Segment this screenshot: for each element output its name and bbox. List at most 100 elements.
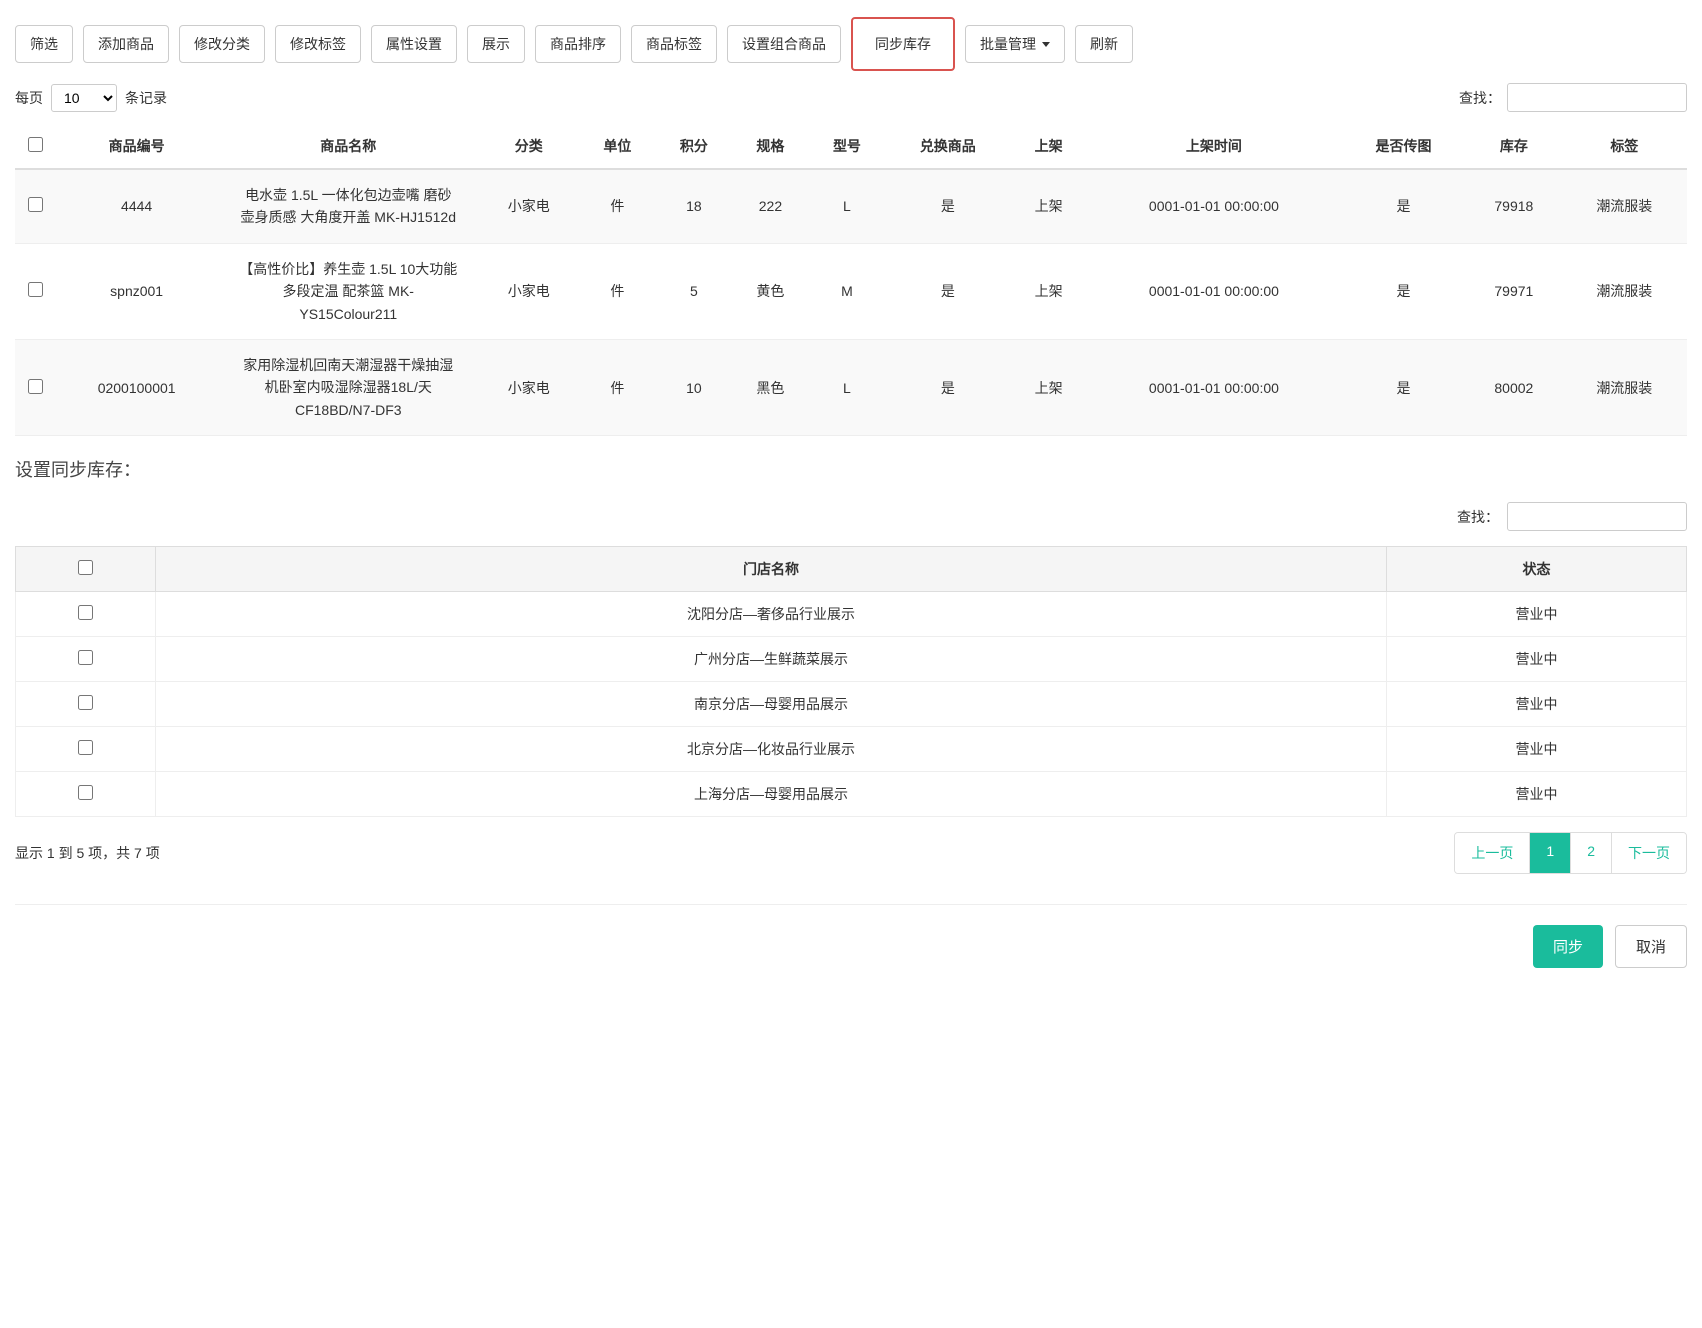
product-table: 商品编号 商品名称 分类 单位 积分 规格 型号 兑换商品 上架 上架时间 是否… [15,124,1687,436]
cell-points: 5 [656,243,733,339]
cell-stock: 79918 [1466,169,1562,243]
cell-exchange: 是 [885,243,1010,339]
store-status-cell: 营业中 [1387,727,1687,772]
cell-tags: 潮流服装 [1562,339,1687,435]
cell-code: spnz001 [55,243,218,339]
cell-on-shelf: 上架 [1010,169,1087,243]
next-page-button[interactable]: 下一页 [1612,833,1686,873]
page-size-suffix: 条记录 [125,88,167,108]
store-name-cell: 南京分店—母婴用品展示 [156,682,1387,727]
row-checkbox[interactable] [28,379,43,394]
col-stock[interactable]: 库存 [1466,124,1562,169]
store-row-checkbox[interactable] [78,785,93,800]
attr-settings-button[interactable]: 属性设置 [371,25,457,63]
cancel-button[interactable]: 取消 [1615,925,1687,968]
cell-tags: 潮流服装 [1562,243,1687,339]
cell-exchange: 是 [885,169,1010,243]
page-size-select[interactable]: 10 [51,84,117,112]
store-table-header-row: 门店名称 状态 [16,547,1687,592]
store-row-checkbox[interactable] [78,605,93,620]
store-status-cell: 营业中 [1387,772,1687,817]
search-control: 查找： [1459,83,1687,112]
prev-page-button[interactable]: 上一页 [1455,833,1530,873]
cell-spec: 黑色 [732,339,809,435]
cell-on-shelf: 上架 [1010,339,1087,435]
col-on-shelf[interactable]: 上架 [1010,124,1087,169]
page-2-button[interactable]: 2 [1571,833,1612,873]
store-table: 门店名称 状态 沈阳分店—奢侈品行业展示 营业中 广州分店—生鲜蔬菜展示 营业中… [15,546,1687,817]
col-unit[interactable]: 单位 [579,124,656,169]
cell-model: M [809,243,886,339]
cell-stock: 79971 [1466,243,1562,339]
page-size-control: 每页 10 条记录 [15,84,167,112]
store-search-row: 查找： [15,502,1687,531]
pagination-info: 显示 1 到 5 项，共 7 项 [15,843,160,863]
cell-shelf-time: 0001-01-01 00:00:00 [1087,339,1341,435]
cell-code: 0200100001 [55,339,218,435]
select-all-checkbox[interactable] [28,137,43,152]
cell-has-image: 是 [1341,169,1466,243]
store-search-input[interactable] [1507,502,1687,531]
col-code[interactable]: 商品编号 [55,124,218,169]
table-row: spnz001 【高性价比】养生壶 1.5L 10大功能 多段定温 配茶篮 MK… [15,243,1687,339]
row-checkbox[interactable] [28,197,43,212]
col-category[interactable]: 分类 [478,124,579,169]
cell-stock: 80002 [1466,339,1562,435]
table-row: 4444 电水壶 1.5L 一体化包边壶嘴 磨砂壶身质感 大角度开盖 MK-HJ… [15,169,1687,243]
toolbar: 筛选 添加商品 修改分类 修改标签 属性设置 展示 商品排序 商品标签 设置组合… [15,10,1687,63]
display-button[interactable]: 展示 [467,25,525,63]
col-exchange[interactable]: 兑换商品 [885,124,1010,169]
controls-row: 每页 10 条记录 查找： [15,83,1687,112]
cell-category: 小家电 [478,169,579,243]
col-store-status[interactable]: 状态 [1387,547,1687,592]
search-input[interactable] [1507,83,1687,112]
col-model[interactable]: 型号 [809,124,886,169]
cell-points: 10 [656,339,733,435]
sync-stock-button[interactable]: 同步库存 [851,17,955,71]
edit-tags-button[interactable]: 修改标签 [275,25,361,63]
footer-actions: 同步 取消 [15,904,1687,968]
col-has-image[interactable]: 是否传图 [1341,124,1466,169]
cell-unit: 件 [579,169,656,243]
sync-confirm-button[interactable]: 同步 [1533,925,1603,968]
cell-on-shelf: 上架 [1010,243,1087,339]
cell-model: L [809,169,886,243]
batch-manage-dropdown[interactable]: 批量管理 [965,25,1065,63]
cell-spec: 222 [732,169,809,243]
store-row-checkbox[interactable] [78,740,93,755]
product-sort-button[interactable]: 商品排序 [535,25,621,63]
cell-code: 4444 [55,169,218,243]
col-points[interactable]: 积分 [656,124,733,169]
store-name-cell: 沈阳分店—奢侈品行业展示 [156,592,1387,637]
store-row: 上海分店—母婴用品展示 营业中 [16,772,1687,817]
cell-unit: 件 [579,243,656,339]
col-store-name[interactable]: 门店名称 [156,547,1387,592]
add-product-button[interactable]: 添加商品 [83,25,169,63]
page-1-button[interactable]: 1 [1530,833,1571,873]
cell-spec: 黄色 [732,243,809,339]
cell-has-image: 是 [1341,339,1466,435]
page-size-prefix: 每页 [15,88,43,108]
row-checkbox[interactable] [28,282,43,297]
col-name[interactable]: 商品名称 [218,124,478,169]
store-row-checkbox[interactable] [78,695,93,710]
cell-points: 18 [656,169,733,243]
store-select-all-checkbox[interactable] [78,560,93,575]
store-row: 沈阳分店—奢侈品行业展示 营业中 [16,592,1687,637]
cell-name: 【高性价比】养生壶 1.5L 10大功能 多段定温 配茶篮 MK-YS15Col… [238,258,458,325]
col-shelf-time[interactable]: 上架时间 [1087,124,1341,169]
store-status-cell: 营业中 [1387,637,1687,682]
cell-unit: 件 [579,339,656,435]
cell-category: 小家电 [478,243,579,339]
cell-shelf-time: 0001-01-01 00:00:00 [1087,169,1341,243]
refresh-button[interactable]: 刷新 [1075,25,1133,63]
edit-category-button[interactable]: 修改分类 [179,25,265,63]
store-name-cell: 北京分店—化妆品行业展示 [156,727,1387,772]
col-spec[interactable]: 规格 [732,124,809,169]
set-combo-button[interactable]: 设置组合商品 [727,25,841,63]
store-row-checkbox[interactable] [78,650,93,665]
product-tags-button[interactable]: 商品标签 [631,25,717,63]
filter-button[interactable]: 筛选 [15,25,73,63]
cell-has-image: 是 [1341,243,1466,339]
col-tags[interactable]: 标签 [1562,124,1687,169]
